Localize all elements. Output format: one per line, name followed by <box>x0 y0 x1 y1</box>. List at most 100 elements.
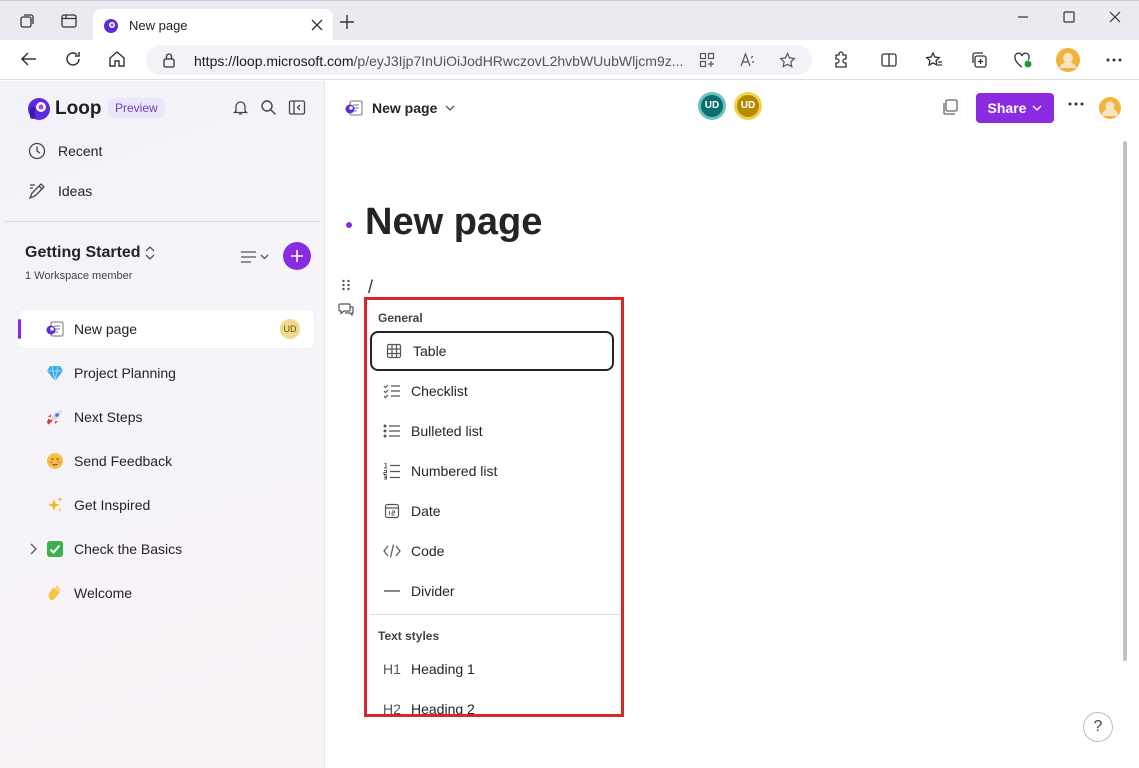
page-item-label: Check the Basics <box>74 541 183 557</box>
nav-recent[interactable]: Recent <box>28 142 102 160</box>
address-bar[interactable]: https://loop.microsoft.com/p/eyJ3Ijp7InU… <box>146 45 812 75</box>
menu-item-divider[interactable]: Divider <box>370 571 614 611</box>
gem-icon <box>44 362 66 384</box>
clock-icon <box>28 142 46 160</box>
minimize-icon[interactable] <box>1016 10 1030 24</box>
url-text[interactable]: https://loop.microsoft.com/p/eyJ3Ijp7InU… <box>194 53 684 69</box>
share-button[interactable]: Share <box>976 93 1054 123</box>
app-available-icon[interactable] <box>699 52 715 68</box>
scrollbar[interactable] <box>1123 141 1127 661</box>
menu-item-numbered-list[interactable]: Numbered list <box>370 451 614 491</box>
workspace-switch-chevron-icon[interactable] <box>144 245 156 261</box>
browser-tab[interactable]: New page <box>93 9 333 41</box>
read-aloud-icon[interactable] <box>739 52 755 68</box>
lock-icon[interactable] <box>162 52 176 68</box>
url-host: https://loop.microsoft.com <box>194 53 354 69</box>
divider-icon <box>379 589 405 593</box>
menu-item-table[interactable]: Table <box>370 331 614 371</box>
heading-1-icon: H1 <box>383 661 401 677</box>
page-item-check-the-basics[interactable]: Check the Basics <box>18 530 314 568</box>
smiley-icon <box>44 450 66 472</box>
tab-title: New page <box>129 18 188 33</box>
maximize-icon[interactable] <box>1062 10 1076 24</box>
home-icon[interactable] <box>108 50 126 68</box>
preview-badge: Preview <box>108 98 165 118</box>
menu-item-label: Table <box>413 343 447 359</box>
section-text-styles: Text styles <box>378 629 440 643</box>
loop-logo-icon[interactable] <box>27 97 51 121</box>
extensions-icon[interactable] <box>832 51 850 69</box>
page-item-new-page[interactable]: New page UD <box>18 310 314 348</box>
favorites-icon[interactable] <box>925 51 943 69</box>
bell-icon[interactable] <box>232 99 249 116</box>
page-item-label: Project Planning <box>74 365 176 381</box>
slash-command-input[interactable]: / <box>368 277 373 298</box>
new-tab-icon[interactable] <box>340 15 354 29</box>
split-screen-icon[interactable] <box>880 51 898 69</box>
page-item-project-planning[interactable]: Project Planning <box>18 354 314 392</box>
nav-recent-label: Recent <box>58 143 103 159</box>
add-page-button[interactable] <box>283 242 311 270</box>
chevron-down-icon <box>1032 104 1042 112</box>
more-options-icon[interactable] <box>1068 101 1084 107</box>
browser-essentials-icon[interactable] <box>1013 51 1033 69</box>
user-badge: UD <box>280 319 300 339</box>
ideas-pen-icon <box>28 182 46 200</box>
collaborator-avatar[interactable]: UD <box>734 92 762 120</box>
back-icon[interactable] <box>20 50 38 68</box>
nav-ideas[interactable]: Ideas <box>28 182 92 200</box>
page-item-send-feedback[interactable]: Send Feedback <box>18 442 314 480</box>
nav-ideas-label: Ideas <box>58 183 93 199</box>
expand-chevron-icon[interactable] <box>28 543 38 555</box>
page-item-get-inspired[interactable]: Get Inspired <box>18 486 314 524</box>
workspace-title[interactable]: Getting Started <box>25 244 141 262</box>
collections-icon[interactable] <box>970 51 988 69</box>
menu-item-checklist[interactable]: Checklist <box>370 371 614 411</box>
menu-item-code[interactable]: Code <box>370 531 614 571</box>
menu-item-heading-2[interactable]: H2 Heading 2 <box>370 689 614 717</box>
page-item-welcome[interactable]: Welcome <box>18 574 314 612</box>
sort-options-icon[interactable] <box>240 249 270 265</box>
profile-avatar[interactable] <box>1056 48 1080 72</box>
breadcrumb-label: New page <box>372 100 438 116</box>
browser-titlebar: New page <box>0 0 1139 41</box>
app-name: Loop <box>55 98 102 119</box>
copy-component-icon[interactable] <box>941 98 959 116</box>
sparkles-icon <box>44 494 66 516</box>
collaborator-avatar[interactable]: UD <box>698 92 726 120</box>
tab-actions-icon[interactable] <box>60 12 78 30</box>
settings-more-icon[interactable] <box>1105 51 1123 69</box>
refresh-icon[interactable] <box>64 50 82 68</box>
menu-item-label: Date <box>411 503 441 519</box>
page-item-label: Welcome <box>74 585 133 601</box>
page-item-label: Get Inspired <box>74 497 151 513</box>
heading-2-icon: H2 <box>383 701 401 717</box>
workspaces-icon[interactable] <box>18 12 36 30</box>
menu-item-label: Checklist <box>411 383 468 399</box>
menu-item-label: Bulleted list <box>411 423 483 439</box>
page-title[interactable]: New page <box>365 201 542 244</box>
favorite-star-icon[interactable] <box>779 52 796 69</box>
page-icon <box>344 98 364 118</box>
numbered-list-icon <box>379 462 405 480</box>
close-tab-icon[interactable] <box>310 18 324 32</box>
breadcrumb[interactable]: New page <box>344 98 455 118</box>
search-icon[interactable] <box>260 99 277 116</box>
user-avatar[interactable] <box>1099 97 1121 119</box>
menu-item-date[interactable]: Date <box>370 491 614 531</box>
url-path: /p/eyJ3Ijp7InUiOiJodHRwczovL2hvbWUubWljc… <box>353 53 684 69</box>
help-button[interactable]: ? <box>1083 712 1113 742</box>
calendar-icon <box>379 503 405 519</box>
menu-item-heading-1[interactable]: H1 Heading 1 <box>370 649 614 689</box>
page-item-next-steps[interactable]: Next Steps <box>18 398 314 436</box>
page-item-label: New page <box>74 321 138 337</box>
drag-handle-icon[interactable] <box>341 279 351 291</box>
menu-item-label: Numbered list <box>411 463 498 479</box>
menu-item-bulleted-list[interactable]: Bulleted list <box>370 411 614 451</box>
checkmark-icon <box>44 538 66 560</box>
section-general: General <box>378 311 423 325</box>
comment-icon[interactable] <box>338 302 354 316</box>
browser-toolbar: https://loop.microsoft.com/p/eyJ3Ijp7InU… <box>0 40 1139 80</box>
collapse-sidebar-icon[interactable] <box>288 99 306 116</box>
close-window-icon[interactable] <box>1108 10 1122 24</box>
